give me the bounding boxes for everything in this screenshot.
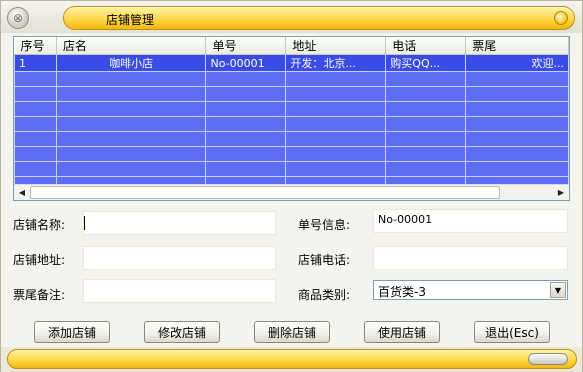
table-cell: 1: [14, 54, 57, 72]
table-cell: 咖啡小店: [55, 54, 207, 72]
shop-table: 序号 店名 单号 地址 电话 票尾 1 咖啡小店 No-00001 开发：北京.…: [14, 37, 569, 192]
table-cell: [285, 86, 387, 102]
title-bar: ⊗ 店铺管理: [1, 1, 582, 33]
table-cell: [285, 131, 387, 147]
table-cell: [14, 116, 57, 132]
category-selected-value: 百货类-3: [378, 285, 426, 299]
table-row[interactable]: [14, 116, 569, 132]
table-cell: 开发：北京...: [285, 54, 387, 72]
table-cell: [385, 131, 467, 147]
delete-shop-button[interactable]: 删除店铺: [254, 321, 330, 343]
table-cell: [55, 116, 207, 132]
add-shop-button[interactable]: 添加店铺: [34, 321, 110, 343]
table-cell: [385, 116, 467, 132]
table-cell: [205, 86, 287, 102]
address-field[interactable]: [83, 246, 276, 270]
table-cell: [205, 116, 287, 132]
table-cell: [385, 161, 467, 177]
footer-note-field[interactable]: [83, 279, 276, 303]
table-cell: [14, 86, 57, 102]
scroll-left-arrow-icon[interactable]: ◀: [15, 186, 29, 199]
table-cell: [205, 146, 287, 162]
table-cell: [285, 101, 387, 117]
table-cell: [14, 161, 57, 177]
table-cell: [55, 86, 207, 102]
table-header-row: 序号 店名 单号 地址 电话 票尾: [14, 37, 569, 55]
table-cell: [285, 161, 387, 177]
table-row[interactable]: [14, 101, 569, 117]
table-cell: [465, 146, 569, 162]
table-cell: [14, 71, 57, 87]
table-cell: [385, 101, 467, 117]
table-cell: [465, 86, 569, 102]
table-cell: [385, 146, 467, 162]
category-select[interactable]: 百货类-3 ▼: [373, 280, 568, 300]
shop-name-field[interactable]: [83, 211, 276, 235]
address-label: 店铺地址:: [13, 253, 66, 267]
table-cell: [205, 71, 287, 87]
table-cell: [465, 131, 569, 147]
table-cell: [285, 116, 387, 132]
shop-name-label: 店铺名称:: [13, 218, 66, 232]
shop-management-window: ⊗ 店铺管理 序号 店名 单号 地址 电话 票尾 1 咖啡小店 No-00001…: [0, 0, 583, 372]
table-cell: [385, 86, 467, 102]
status-pill: [7, 349, 577, 369]
table-cell: [55, 146, 207, 162]
exit-button[interactable]: 退出(Esc): [474, 321, 550, 343]
chevron-down-icon[interactable]: ▼: [550, 282, 566, 298]
window-title: 店铺管理: [106, 13, 155, 27]
table-cell: [55, 131, 207, 147]
table-cell: 欢迎...: [465, 54, 569, 72]
table-cell: [465, 101, 569, 117]
table-cell: [55, 71, 207, 87]
table-cell: [285, 71, 387, 87]
shop-grid[interactable]: 序号 店名 单号 地址 电话 票尾 1 咖啡小店 No-00001 开发：北京.…: [13, 36, 570, 201]
table-cell: [385, 71, 467, 87]
order-info-field[interactable]: No-00001: [373, 209, 568, 233]
column-header[interactable]: 地址: [285, 37, 387, 55]
table-cell: No-00001: [205, 54, 287, 72]
table-row[interactable]: [14, 71, 569, 87]
table-cell: [14, 146, 57, 162]
table-cell: [205, 101, 287, 117]
table-cell: [14, 101, 57, 117]
order-info-label: 单号信息:: [298, 218, 351, 232]
table-cell: [14, 131, 57, 147]
scrollbar-thumb[interactable]: [30, 186, 500, 199]
status-bar: [1, 347, 582, 372]
table-cell: [285, 146, 387, 162]
column-header[interactable]: 单号: [205, 37, 287, 55]
table-row[interactable]: [14, 161, 569, 177]
column-header[interactable]: 序号: [14, 37, 57, 55]
phone-field[interactable]: [373, 246, 568, 270]
table-row[interactable]: [14, 131, 569, 147]
table-cell: [205, 161, 287, 177]
column-header[interactable]: 票尾: [465, 37, 569, 55]
column-header[interactable]: 电话: [385, 37, 467, 55]
category-label: 商品类别:: [298, 288, 351, 302]
table-cell: [465, 71, 569, 87]
table-cell: 购买QQ...: [385, 54, 467, 72]
table-cell: [465, 161, 569, 177]
table-row[interactable]: [14, 86, 569, 102]
table-cell: [205, 131, 287, 147]
table-cell: [465, 116, 569, 132]
horizontal-scrollbar[interactable]: ◀ ▶: [14, 184, 569, 200]
close-icon[interactable]: ⊗: [7, 7, 29, 29]
scroll-right-arrow-icon[interactable]: ▶: [554, 186, 568, 199]
table-row[interactable]: 1 咖啡小店 No-00001 开发：北京... 购买QQ... 欢迎...: [14, 54, 569, 72]
title-pill: 店铺管理: [63, 6, 575, 30]
status-knob-icon: [528, 353, 568, 365]
phone-label: 店铺电话:: [298, 253, 351, 267]
use-shop-button[interactable]: 使用店铺: [364, 321, 440, 343]
table-cell: [55, 101, 207, 117]
footer-note-label: 票尾备注:: [13, 288, 66, 302]
edit-shop-button[interactable]: 修改店铺: [144, 321, 220, 343]
table-cell: [55, 161, 207, 177]
title-knob-icon: [554, 11, 568, 25]
table-row[interactable]: [14, 146, 569, 162]
column-header[interactable]: 店名: [56, 37, 207, 55]
